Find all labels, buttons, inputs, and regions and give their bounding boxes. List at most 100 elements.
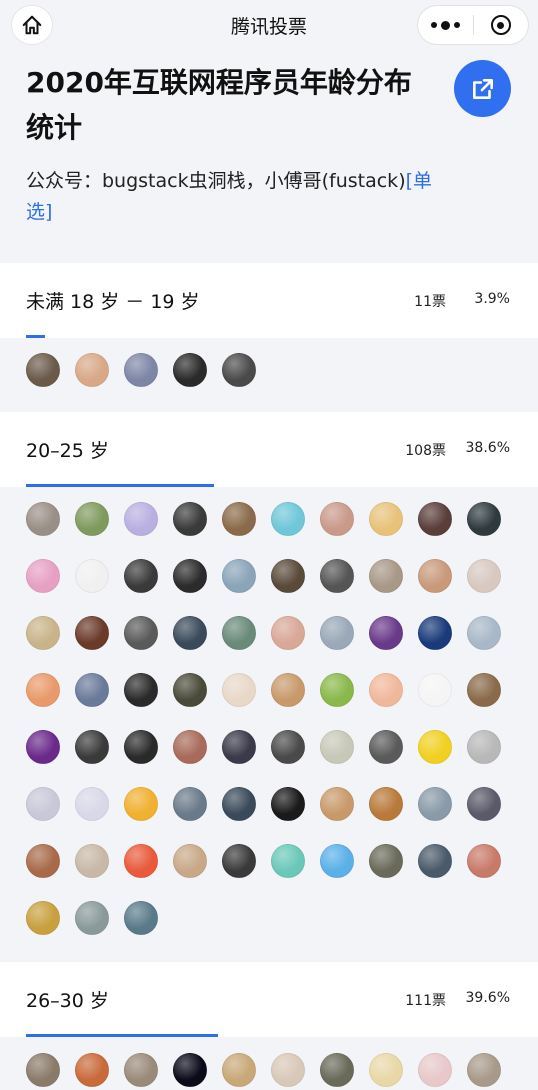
voter-avatar[interactable] <box>418 616 452 650</box>
voter-avatar[interactable] <box>467 1053 501 1087</box>
voter-avatar[interactable] <box>222 353 256 387</box>
voter-avatar[interactable] <box>173 844 207 878</box>
voter-avatar[interactable] <box>369 1053 403 1087</box>
voter-avatar[interactable] <box>26 730 60 764</box>
voter-avatar[interactable] <box>75 730 109 764</box>
voter-avatar[interactable] <box>173 673 207 707</box>
option-progress-bar <box>26 1034 218 1037</box>
voter-avatar[interactable] <box>222 673 256 707</box>
option-row[interactable]: 未满 18 岁 － 19 岁 11票 3.9% <box>0 263 538 338</box>
voter-avatar[interactable] <box>26 844 60 878</box>
voter-avatar[interactable] <box>26 673 60 707</box>
voter-avatar[interactable] <box>222 616 256 650</box>
voter-avatar[interactable] <box>124 559 158 593</box>
voter-avatar[interactable] <box>75 673 109 707</box>
voter-avatar[interactable] <box>124 616 158 650</box>
voter-avatar[interactable] <box>124 1053 158 1087</box>
voter-avatar[interactable] <box>26 787 60 821</box>
share-button[interactable] <box>454 60 511 117</box>
voter-avatar[interactable] <box>26 502 60 536</box>
voter-avatar[interactable] <box>26 353 60 387</box>
voter-avatar[interactable] <box>271 787 305 821</box>
voter-avatar[interactable] <box>124 730 158 764</box>
voter-avatar[interactable] <box>320 1053 354 1087</box>
voter-avatar[interactable] <box>369 559 403 593</box>
voter-avatar[interactable] <box>173 616 207 650</box>
voter-avatar[interactable] <box>75 559 109 593</box>
voter-avatar[interactable] <box>75 1053 109 1087</box>
voter-avatar[interactable] <box>369 673 403 707</box>
voter-avatar[interactable] <box>467 616 501 650</box>
voter-avatar[interactable] <box>320 673 354 707</box>
voter-avatar[interactable] <box>173 1053 207 1087</box>
voter-avatar[interactable] <box>418 673 452 707</box>
mini-program-close-icon <box>490 15 511 35</box>
voter-avatar[interactable] <box>369 616 403 650</box>
voter-avatar[interactable] <box>75 353 109 387</box>
voter-avatar[interactable] <box>320 730 354 764</box>
voter-avatar[interactable] <box>173 787 207 821</box>
voter-avatar[interactable] <box>124 673 158 707</box>
option-percent: 39.6% <box>465 990 510 1006</box>
voter-avatar[interactable] <box>222 787 256 821</box>
voter-avatar[interactable] <box>467 844 501 878</box>
voter-avatar[interactable] <box>124 353 158 387</box>
voter-avatar[interactable] <box>467 730 501 764</box>
voter-avatar[interactable] <box>75 616 109 650</box>
voter-avatar[interactable] <box>124 844 158 878</box>
voter-avatar[interactable] <box>75 502 109 536</box>
voter-avatar[interactable] <box>320 502 354 536</box>
voter-avatar[interactable] <box>320 844 354 878</box>
voter-avatar[interactable] <box>418 1053 452 1087</box>
voter-avatar[interactable] <box>26 901 60 935</box>
voter-avatar[interactable] <box>173 502 207 536</box>
option-percent: 3.9% <box>474 291 510 307</box>
voter-avatar[interactable] <box>369 844 403 878</box>
voter-avatar[interactable] <box>418 787 452 821</box>
voter-avatar[interactable] <box>271 730 305 764</box>
voter-avatar[interactable] <box>26 1053 60 1087</box>
voter-avatar[interactable] <box>173 730 207 764</box>
voter-avatar[interactable] <box>467 673 501 707</box>
voter-avatar[interactable] <box>173 559 207 593</box>
voter-avatar[interactable] <box>222 730 256 764</box>
more-button[interactable] <box>418 6 473 44</box>
voter-avatar[interactable] <box>271 616 305 650</box>
voter-avatar[interactable] <box>222 844 256 878</box>
voter-avatar[interactable] <box>75 844 109 878</box>
voter-avatar[interactable] <box>124 502 158 536</box>
voter-avatar[interactable] <box>75 787 109 821</box>
voter-avatar[interactable] <box>26 559 60 593</box>
voter-avatar[interactable] <box>320 559 354 593</box>
voter-avatar[interactable] <box>124 787 158 821</box>
option-row[interactable]: 26–30 岁 111票 39.6% <box>0 962 538 1037</box>
voter-avatar[interactable] <box>418 502 452 536</box>
close-mini-program-button[interactable] <box>473 6 528 44</box>
voter-avatar[interactable] <box>369 502 403 536</box>
voter-avatar[interactable] <box>467 559 501 593</box>
voter-avatar[interactable] <box>467 787 501 821</box>
voter-avatar[interactable] <box>418 559 452 593</box>
voter-avatar-list <box>26 1053 526 1087</box>
voter-avatar[interactable] <box>418 844 452 878</box>
voter-avatar[interactable] <box>271 1053 305 1087</box>
voter-avatar[interactable] <box>124 901 158 935</box>
voter-avatar[interactable] <box>418 730 452 764</box>
voter-avatar[interactable] <box>222 559 256 593</box>
option-row[interactable]: 20–25 岁 108票 38.6% <box>0 412 538 487</box>
voter-avatar[interactable] <box>222 502 256 536</box>
voter-avatar[interactable] <box>271 673 305 707</box>
voter-avatar[interactable] <box>222 1053 256 1087</box>
voter-avatar[interactable] <box>271 559 305 593</box>
voter-avatar[interactable] <box>173 353 207 387</box>
voter-avatar[interactable] <box>75 901 109 935</box>
voter-avatar[interactable] <box>467 502 501 536</box>
voter-avatar[interactable] <box>320 616 354 650</box>
voter-avatar[interactable] <box>369 787 403 821</box>
voter-avatar[interactable] <box>271 502 305 536</box>
voter-avatar[interactable] <box>26 616 60 650</box>
voter-avatar[interactable] <box>320 787 354 821</box>
voter-avatar[interactable] <box>271 844 305 878</box>
voter-avatar[interactable] <box>369 730 403 764</box>
option-progress-bar <box>26 335 45 338</box>
